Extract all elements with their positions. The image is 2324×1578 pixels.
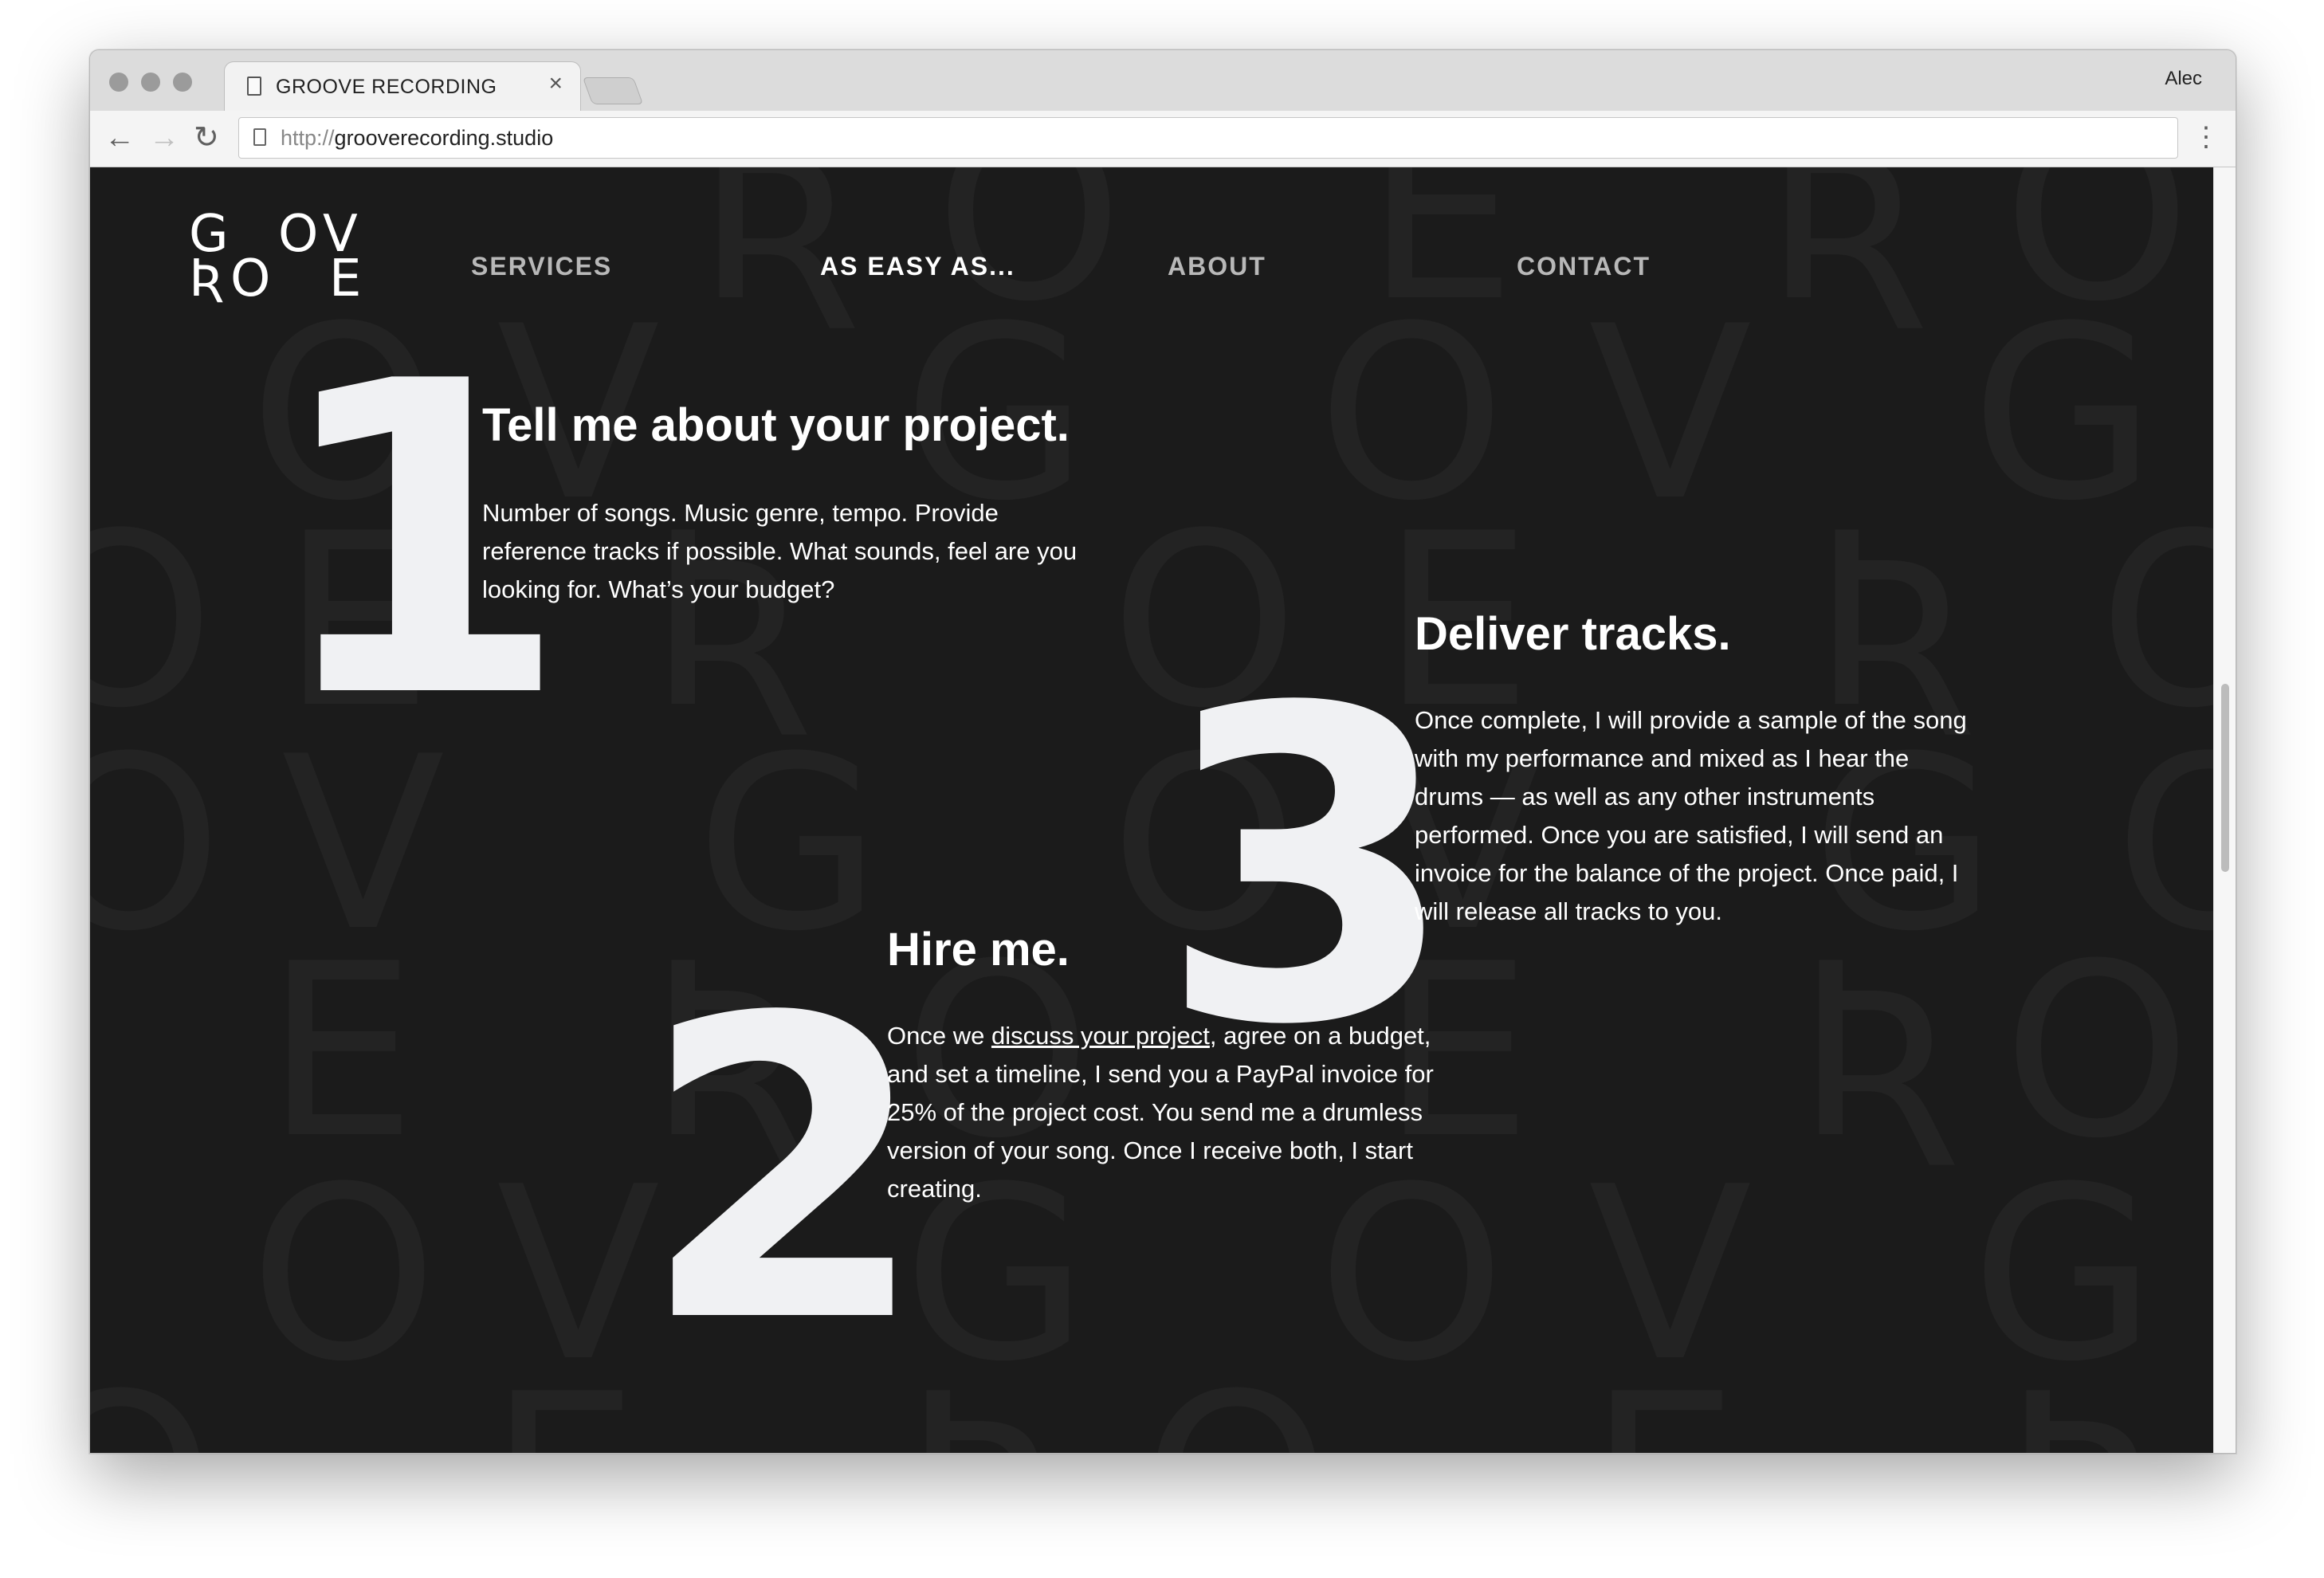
page-icon [247, 77, 261, 96]
forward-arrow-icon[interactable]: → [149, 122, 179, 154]
step-1-title: Tell me about your project. [482, 399, 1070, 451]
browser-menu-icon[interactable]: ⋮ [2192, 122, 2220, 152]
minimize-window-button[interactable] [141, 73, 160, 92]
nav-about[interactable]: ABOUT [1168, 252, 1266, 281]
step-3-line: drums — as well as any other instruments [1415, 783, 1875, 811]
pattern-letter: Ʀ [1764, 167, 1930, 354]
step-1-line: Number of songs. Music genre, tempo. Pro… [482, 499, 999, 527]
pattern-letter: Ʀ [696, 167, 862, 354]
nav-as-easy-as[interactable]: AS EASY AS... [820, 252, 1015, 281]
step-3-description: Once complete, I will provide a sample o… [1415, 701, 1967, 931]
step-2-title: Hire me. [887, 924, 1070, 975]
step-2-line: and set a timeline, I send you a PayPal … [887, 1060, 1434, 1088]
zoom-window-button[interactable] [173, 73, 192, 92]
nav-contact[interactable]: CONTACT [1517, 252, 1651, 281]
groove-recording-logo[interactable]: G O V Ʀ O E [189, 209, 380, 304]
pattern-letter: V [1588, 275, 1753, 553]
tab-bar: GROOVE RECORDING × Alec [90, 50, 2236, 113]
pattern-letter: O [90, 1363, 214, 1454]
step-1-description: Number of songs. Music genre, tempo. Pro… [482, 494, 1077, 609]
pattern-letter: Ʀ [1796, 913, 1962, 1191]
address-bar[interactable]: http://grooverecording.studio [238, 117, 2178, 159]
reload-icon[interactable]: ↻ [194, 122, 219, 154]
close-window-button[interactable] [109, 73, 128, 92]
url-host: grooverecording.studio [334, 126, 554, 150]
step-3-title: Deliver tracks. [1415, 608, 1731, 660]
new-tab-button[interactable] [582, 77, 644, 104]
step-2-number: 2 [640, 930, 928, 1413]
logo-letter: O [230, 249, 271, 308]
step-1-line: looking for. What’s your budget? [482, 575, 835, 603]
pattern-letter: O [249, 1136, 438, 1414]
step-3-line: invoice for the balance of the project. … [1415, 859, 1959, 887]
step-2-text: Once we [887, 1022, 991, 1050]
discuss-project-link[interactable]: discuss your project [991, 1022, 1210, 1050]
back-arrow-icon[interactable]: ← [104, 122, 135, 154]
logo-letter: Ʀ [189, 249, 225, 308]
step-2-description: Once we discuss your project, agree on a… [887, 1017, 1434, 1208]
profile-name[interactable]: Alec [2165, 68, 2202, 90]
logo-letter: O [278, 205, 319, 264]
pattern-letter: Ʀ [2003, 1363, 2169, 1454]
step-3-line: will release all tracks to you. [1415, 897, 1722, 925]
step-2-text: , agree on a budget, [1209, 1022, 1431, 1050]
tab-title: GROOVE RECORDING [276, 76, 497, 98]
step-2-line: Once we discuss your project, agree on a… [887, 1017, 1434, 1055]
step-2-line: version of your song. Once I receive bot… [887, 1136, 1413, 1164]
page-info-icon[interactable] [253, 128, 266, 146]
pattern-letter: E [1588, 1363, 1740, 1454]
nav-services[interactable]: SERVICES [471, 252, 612, 281]
step-3-line: with my performance and mixed as I hear … [1415, 744, 1910, 772]
step-2-line: 25% of the project cost. You send me a d… [887, 1098, 1423, 1126]
pattern-letter: O [90, 725, 222, 964]
browser-tab[interactable]: GROOVE RECORDING × [224, 61, 581, 113]
step-2-line: creating. [887, 1175, 982, 1203]
url-text[interactable]: http://grooverecording.studio [281, 126, 553, 151]
scrollbar-thumb[interactable] [2221, 684, 2229, 872]
step-3-line: Once complete, I will provide a sample o… [1415, 706, 1967, 734]
browser-window: GROOVE RECORDING × Alec ← → ↻ http://gro… [89, 49, 2236, 1454]
url-scheme: http:// [281, 126, 335, 150]
browser-toolbar: ← → ↻ http://grooverecording.studio ⋮ [90, 111, 2236, 167]
page-viewport: Ʀ O E Ʀ O O V G O V G O E Ʀ O E Ʀ O O V … [90, 167, 2213, 1453]
step-3-line: performed. Once you are satisfied, I wil… [1415, 821, 1944, 849]
close-tab-icon[interactable]: × [548, 72, 563, 96]
vertical-scrollbar[interactable] [2213, 167, 2236, 1453]
pattern-letter: O [1142, 1363, 1330, 1454]
pattern-letter: E [489, 1363, 640, 1454]
step-1-line: reference tracks if possible. What sound… [482, 537, 1078, 565]
